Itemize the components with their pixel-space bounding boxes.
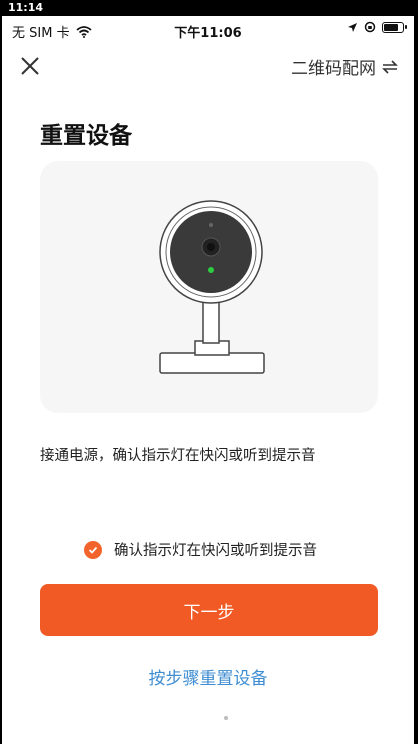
orientation-lock-icon bbox=[364, 21, 376, 33]
step-by-step-reset-link[interactable]: 按步骤重置设备 bbox=[2, 664, 414, 689]
battery-icon bbox=[382, 21, 407, 33]
location-icon bbox=[348, 22, 357, 32]
confirm-label: 确认指示灯在快闪或听到提示音 bbox=[114, 543, 317, 559]
check-icon bbox=[88, 546, 98, 554]
camera-illustration-card bbox=[40, 161, 378, 413]
confirm-checkbox[interactable] bbox=[84, 540, 102, 559]
camera-illustration bbox=[159, 200, 265, 374]
status-bar: 无 SIM 卡 下午11:06 bbox=[2, 16, 414, 42]
page-indicator-dot bbox=[224, 716, 228, 720]
page-title: 重置设备 bbox=[40, 123, 132, 149]
close-button[interactable] bbox=[18, 54, 42, 78]
switch-arrows-icon bbox=[382, 59, 398, 74]
next-button[interactable]: 下一步 bbox=[40, 584, 378, 636]
system-status-bar: 11:14 bbox=[0, 0, 418, 16]
close-icon bbox=[21, 57, 39, 75]
qr-pairing-label: 二维码配网 bbox=[291, 59, 376, 79]
confirm-checkbox-row[interactable]: 确认指示灯在快闪或听到提示音 bbox=[84, 539, 317, 560]
instruction-text: 接通电源，确认指示灯在快闪或听到提示音 bbox=[40, 448, 316, 464]
qr-pairing-button[interactable]: 二维码配网 bbox=[291, 54, 398, 79]
next-button-label: 下一步 bbox=[183, 602, 235, 623]
app-screen: 无 SIM 卡 下午11:06 二维码配网 重置设备 接通电源，确认指示灯在快闪… bbox=[2, 16, 414, 744]
indicator-led bbox=[208, 267, 214, 273]
system-time: 11:14 bbox=[8, 1, 44, 14]
